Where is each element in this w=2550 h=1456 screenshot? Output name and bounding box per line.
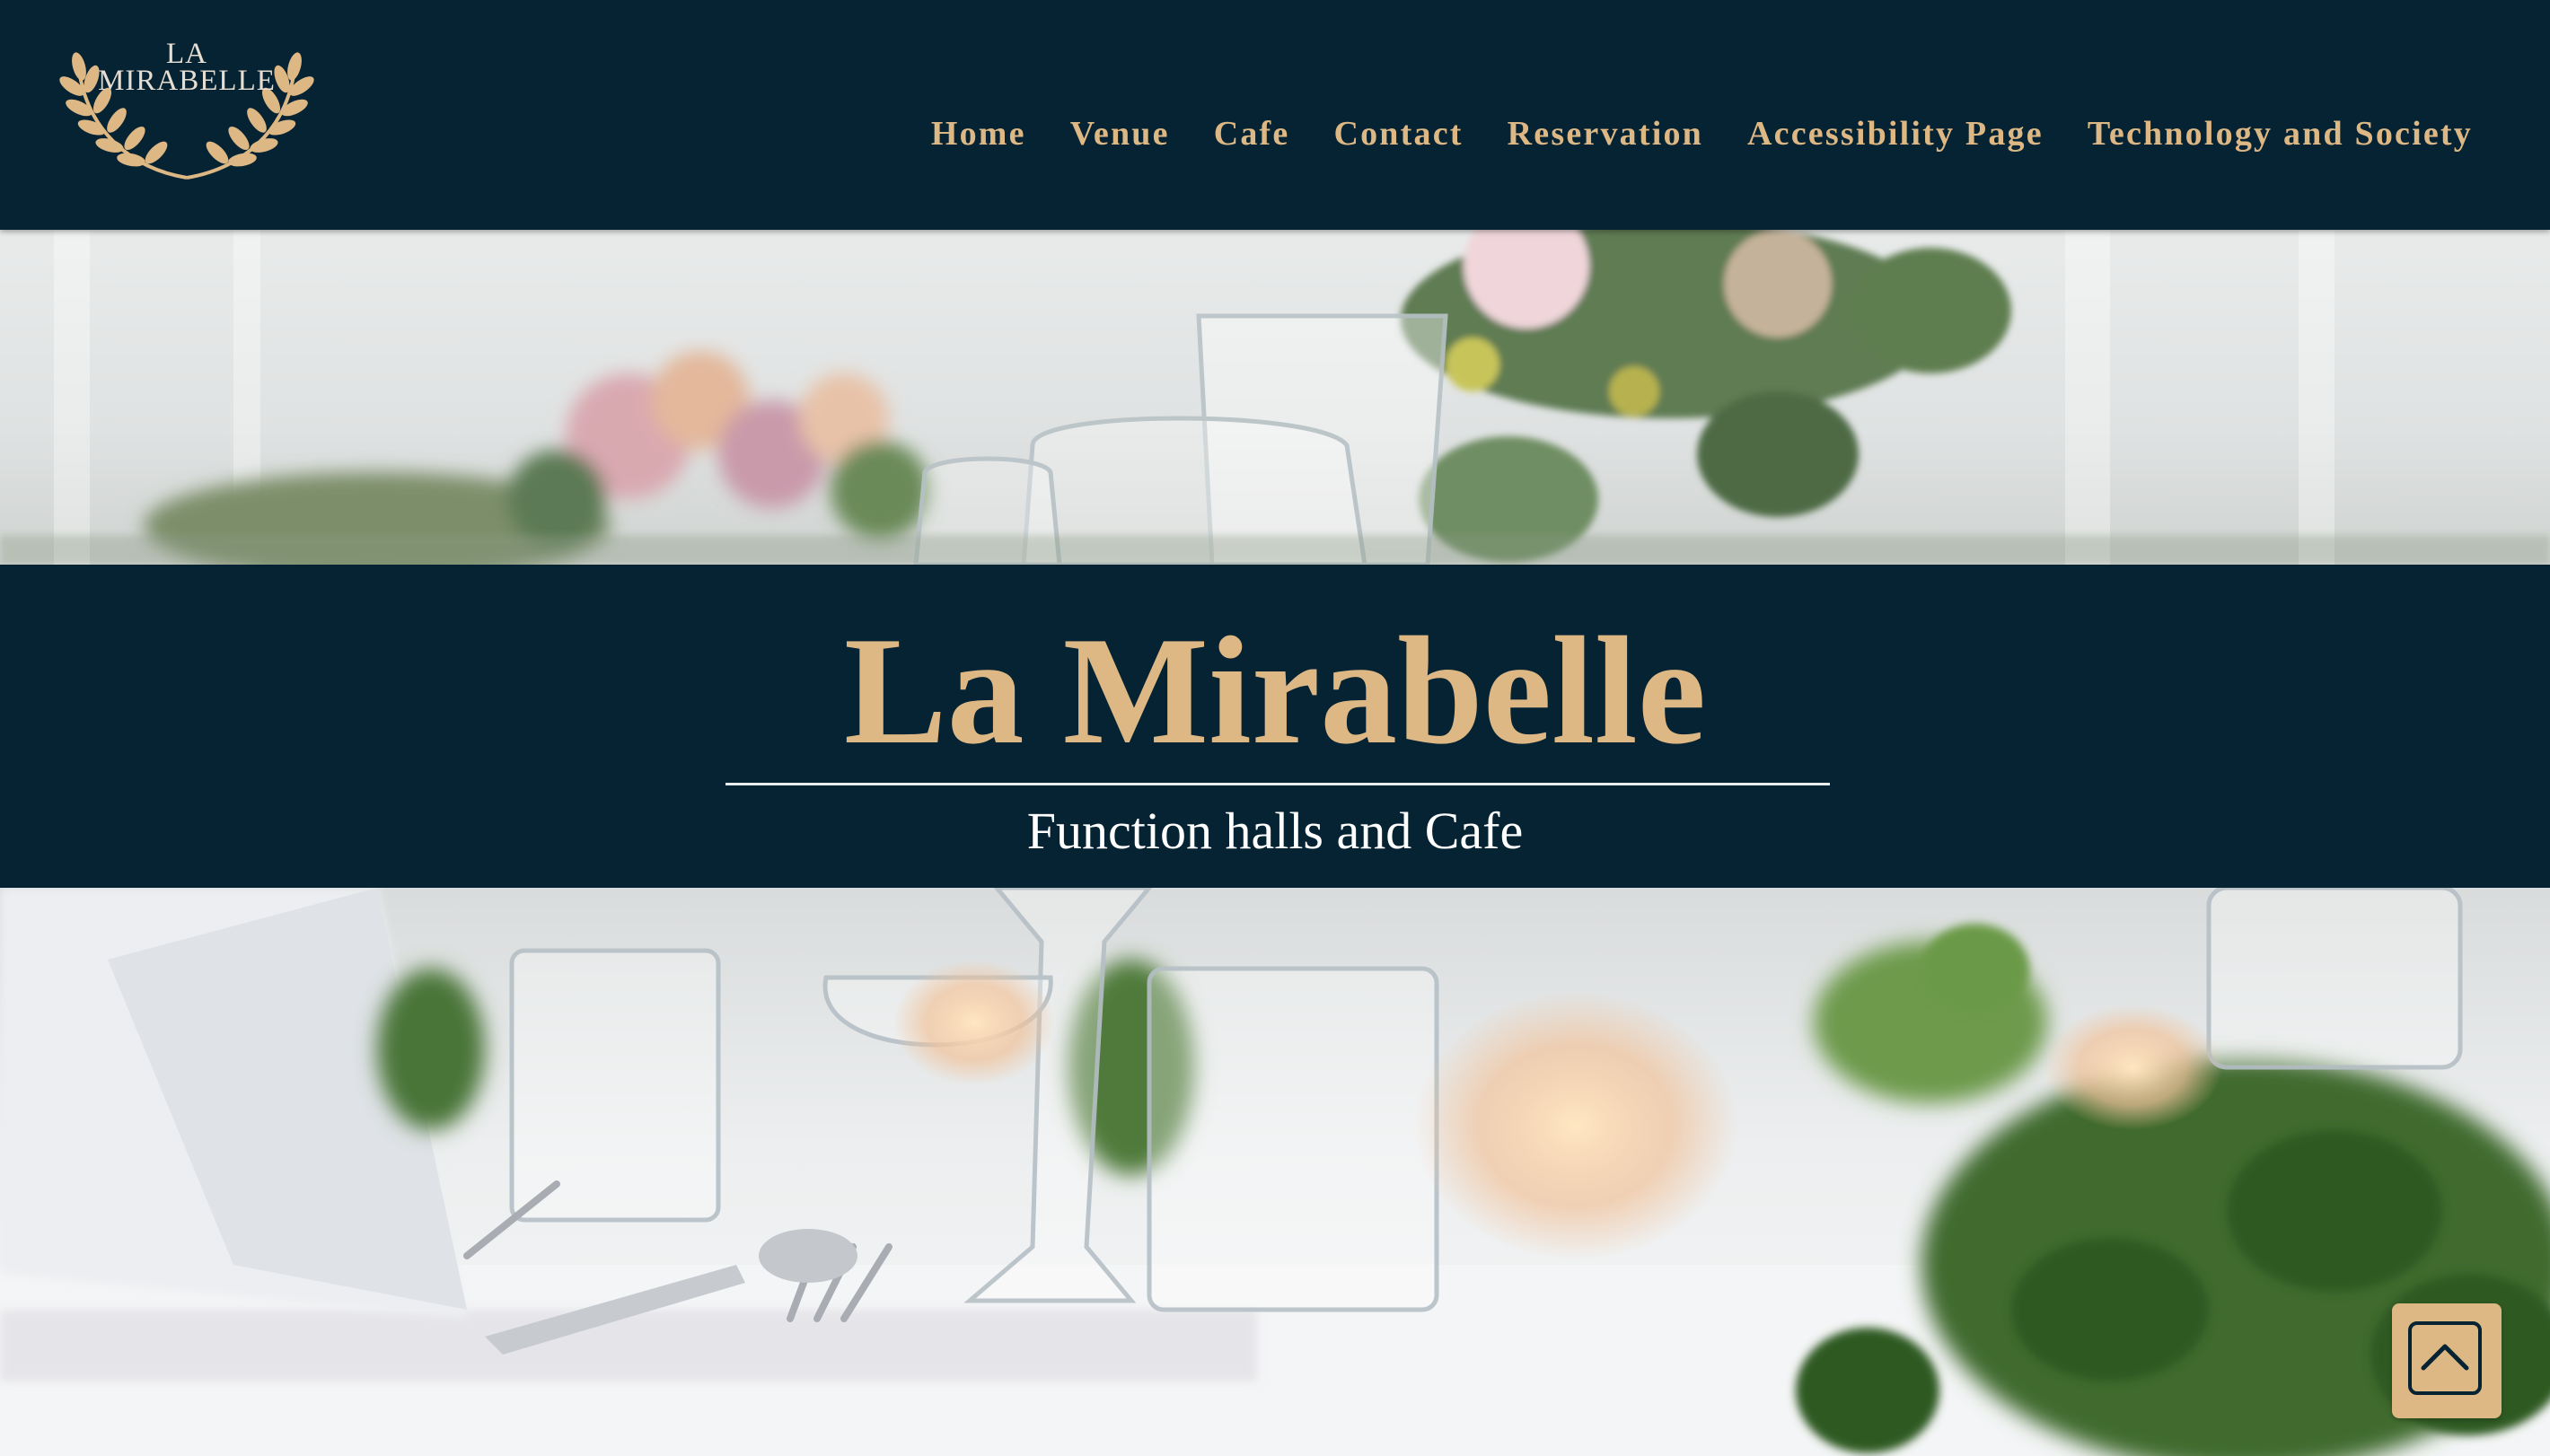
nav-technology-and-society[interactable]: Technology and Society <box>2088 111 2473 156</box>
nav-cafe[interactable]: Cafe <box>1214 111 1290 156</box>
site-header: LA MIRABELLE Home Venue Cafe Contact Res… <box>0 0 2550 230</box>
hero-banner: La Mirabelle Function halls and Cafe <box>0 565 2550 888</box>
site-logo[interactable]: LA MIRABELLE <box>52 34 321 183</box>
chevron-up-icon <box>2421 1344 2469 1371</box>
nav-accessibility-page[interactable]: Accessibility Page <box>1747 111 2044 156</box>
back-to-top-button[interactable] <box>2392 1303 2502 1418</box>
hero-photo-top <box>0 230 2550 565</box>
hero-divider <box>725 783 1830 785</box>
nav-contact[interactable]: Contact <box>1333 111 1463 156</box>
main-nav: Home Venue Cafe Contact Reservation Acce… <box>887 111 2473 156</box>
nav-reservation[interactable]: Reservation <box>1508 111 1703 156</box>
hero-photo-bottom <box>0 888 2550 1456</box>
nav-home[interactable]: Home <box>931 111 1026 156</box>
hero-subtitle: Function halls and Cafe <box>1026 802 1524 860</box>
logo-text-line2: MIRABELLE <box>98 65 276 97</box>
hero-title: La Mirabelle <box>843 606 1707 776</box>
nav-venue[interactable]: Venue <box>1070 111 1170 156</box>
